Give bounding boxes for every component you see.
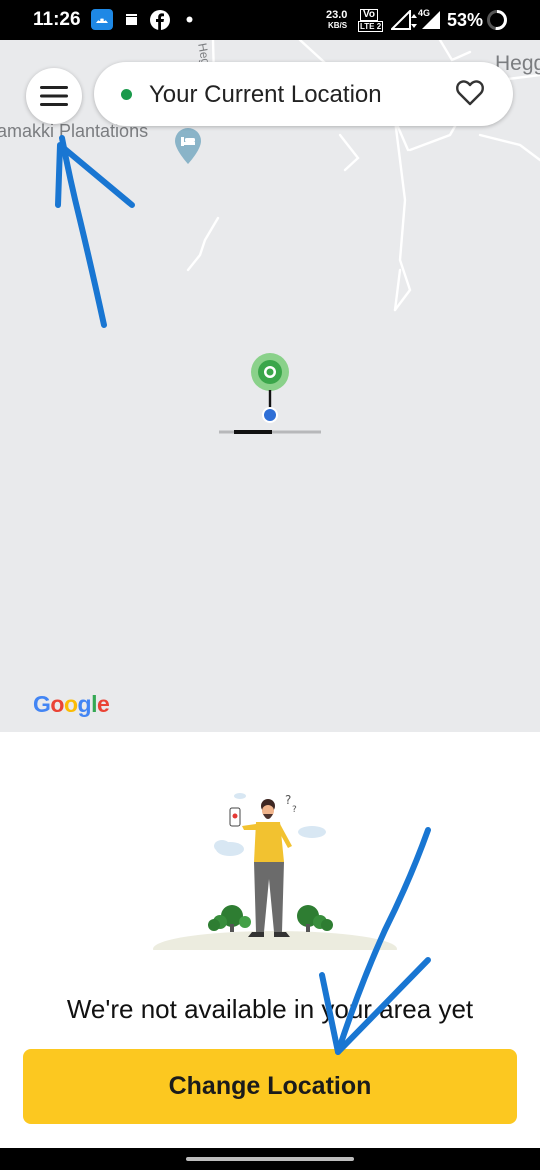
current-location-label: Your Current Location	[149, 81, 382, 108]
google-logo-letter: G	[33, 691, 51, 717]
map-view[interactable]: amakki Plantations Hegg Hegg Your Curren…	[0, 40, 540, 732]
location-status-dot	[121, 89, 132, 100]
google-logo: Google	[33, 691, 110, 718]
hotel-marker-icon[interactable]	[174, 128, 202, 166]
more-notifications-dot-icon	[186, 16, 193, 23]
battery-percent: 53%	[447, 10, 484, 30]
svg-text:?: ?	[292, 805, 297, 815]
change-location-button[interactable]: Change Location	[23, 1049, 517, 1124]
facebook-icon	[150, 10, 170, 30]
net-speed-value: 23.0	[326, 9, 348, 21]
not-available-illustration: ? ?	[150, 793, 400, 964]
net-speed-unit: KB/S	[328, 21, 348, 30]
google-logo-letter: o	[63, 691, 78, 717]
android-notification-icon	[91, 9, 113, 30]
clapper-notification-icon	[126, 14, 137, 25]
volte-indicator-bottom: LTE 2	[358, 21, 384, 32]
pin-shadow-line	[219, 430, 321, 434]
data-arrows-icon	[411, 14, 417, 28]
menu-button[interactable]	[26, 68, 82, 124]
current-location-search-box[interactable]: Your Current Location	[94, 62, 513, 126]
status-bar: 11:26 23.0 KB/S Vo LTE 2 4G 53%	[0, 0, 540, 40]
status-time: 11:26	[33, 9, 81, 30]
signal-1-icon	[391, 10, 411, 30]
favorite-heart-icon[interactable]	[456, 80, 484, 106]
google-logo-letter: e	[96, 691, 110, 717]
google-logo-letter: g	[77, 691, 92, 717]
hamburger-menu-icon	[40, 86, 68, 106]
not-available-message: We're not available in your area yet	[66, 994, 474, 1024]
home-gesture-handle[interactable]	[186, 1157, 354, 1161]
battery-ring-icon	[487, 10, 507, 30]
bottom-sheet: ? ? We're not available in your area yet…	[0, 732, 540, 1148]
signal-2-icon	[422, 11, 440, 29]
google-logo-letter: o	[50, 691, 64, 717]
volte-indicator-top: Vo	[360, 9, 379, 21]
navigation-bar	[0, 1148, 540, 1170]
svg-text:?: ?	[285, 793, 291, 807]
